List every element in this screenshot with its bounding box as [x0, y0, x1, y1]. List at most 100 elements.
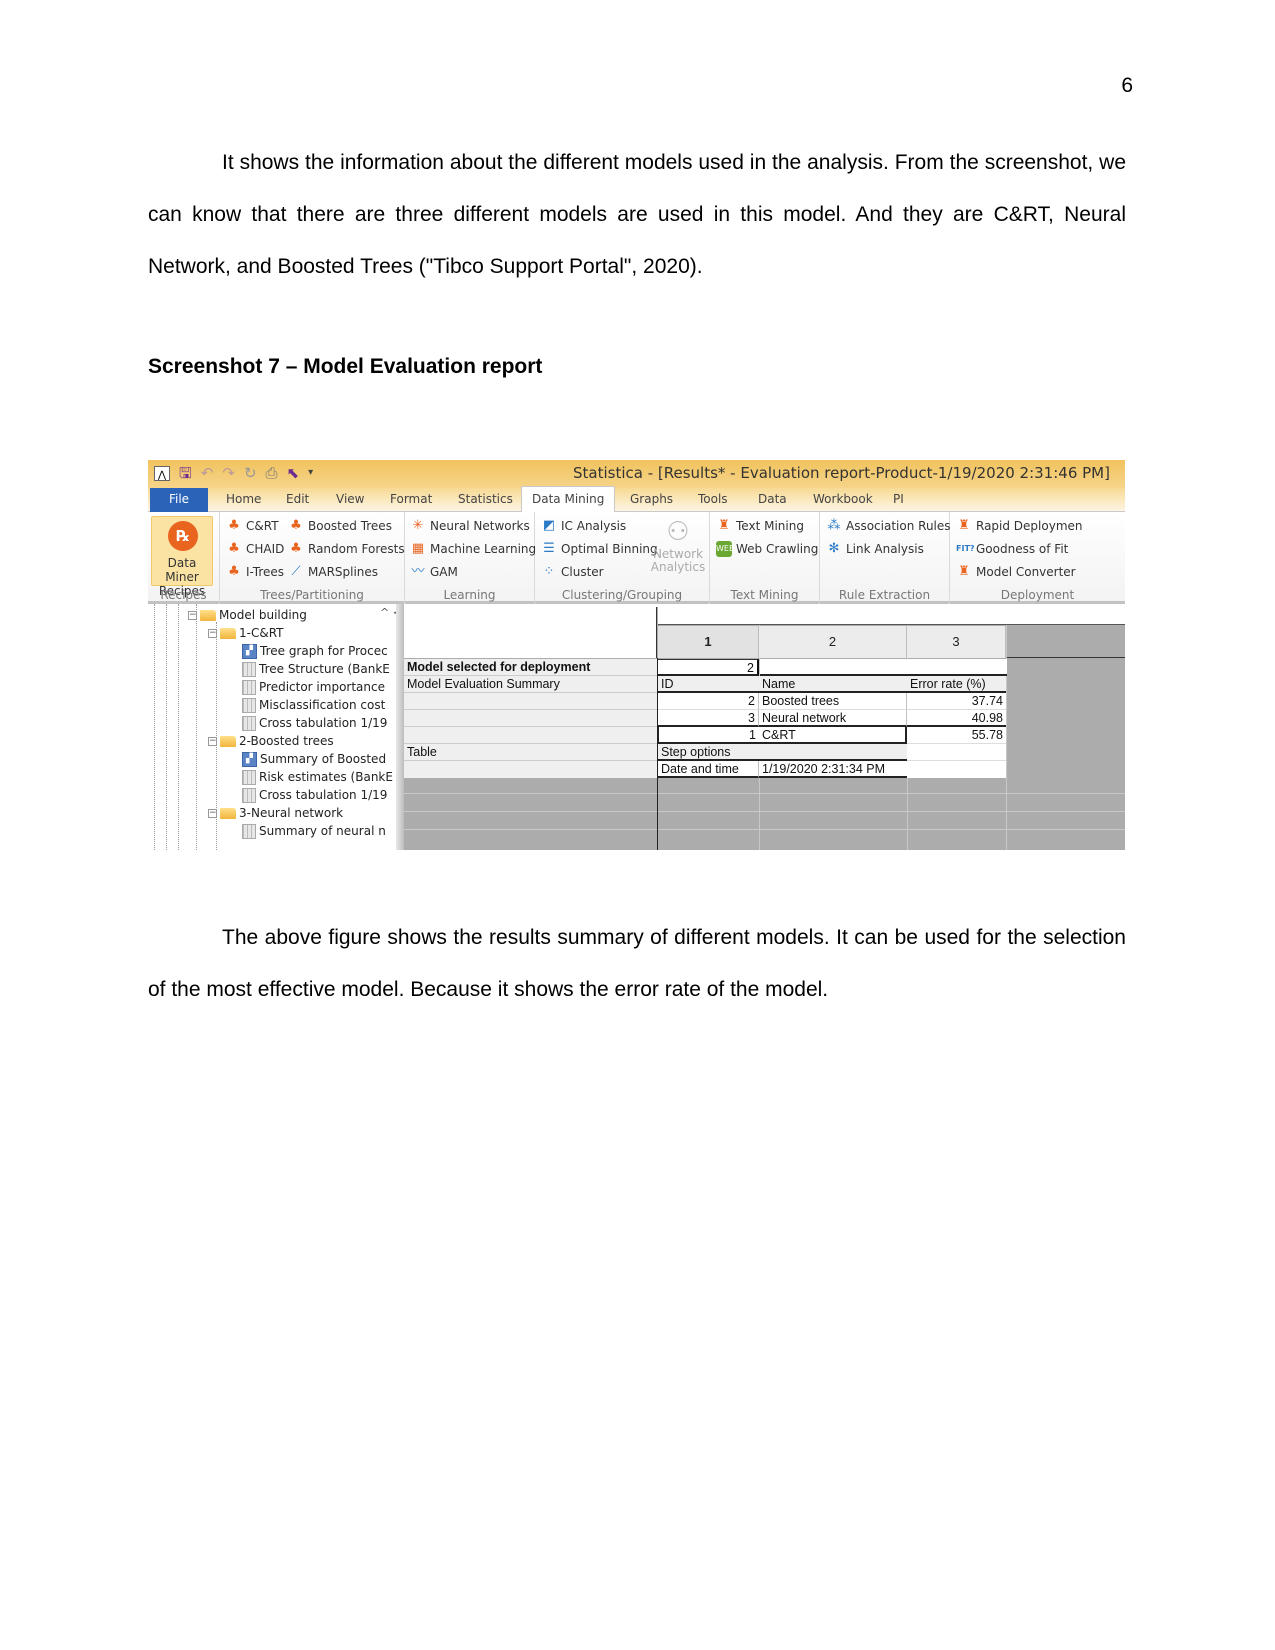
scroll-up-icon[interactable]: ^ [380, 606, 389, 619]
chaid-button[interactable]: ♣ CHAID [226, 541, 284, 557]
i-trees-label: I-Trees [246, 565, 285, 579]
step-options-empty[interactable] [759, 744, 907, 761]
rx-icon: ℞ [168, 521, 198, 551]
row-label-empty[interactable] [404, 727, 657, 744]
spreadsheet-icon [242, 661, 256, 677]
model-selected-value[interactable]: 2 [658, 659, 759, 676]
cluster-button[interactable]: ⁘ Cluster [541, 564, 604, 580]
step-options-cell[interactable]: Step options [658, 744, 759, 761]
web-crawling-button[interactable]: WEB Web Crawling [716, 541, 818, 557]
model-selected-empty[interactable] [760, 659, 1007, 676]
rapid-deployment-button[interactable]: ♜ Rapid Deploymen [956, 518, 1082, 534]
summary-header-name[interactable]: Name [759, 676, 907, 693]
row-label-empty[interactable] [404, 761, 657, 778]
tree-item-cart[interactable]: − 1-C&RT [208, 624, 284, 642]
row-label-summary[interactable]: Model Evaluation Summary [404, 676, 657, 693]
text-mining-icon: ♜ [718, 518, 730, 533]
column-header-1[interactable]: 1 [658, 626, 759, 658]
tab-format[interactable]: Format [390, 492, 432, 506]
column-header-2[interactable]: 2 [759, 626, 907, 658]
tree-item-cross-tab-1[interactable]: Cross tabulation 1/19 [242, 714, 387, 732]
collapse-icon[interactable]: − [188, 610, 197, 620]
empty-cell[interactable] [907, 761, 1006, 778]
gam-button[interactable]: 〰 GAM [410, 564, 457, 580]
tab-home[interactable]: Home [226, 492, 261, 506]
association-rules-label: Association Rules [846, 519, 951, 533]
network-analytics-button[interactable]: ⚇ Network Analytics [650, 516, 706, 574]
goodness-of-fit-button[interactable]: FIT? Goodness of Fit [956, 541, 1068, 557]
summary-row-3-error[interactable]: 55.78 [907, 727, 1006, 744]
optimal-binning-button[interactable]: ☰ Optimal Binning [541, 541, 657, 557]
ic-analysis-label: IC Analysis [561, 519, 627, 533]
pane-splitter[interactable] [396, 604, 404, 850]
summary-row-2-error[interactable]: 40.98 [907, 710, 1006, 727]
row-label-table[interactable]: Table [404, 744, 657, 761]
app-icon[interactable]: ⋀ [154, 465, 170, 481]
group-label-rule-extraction: Rule Extraction [838, 588, 931, 602]
row-label-empty[interactable] [404, 710, 657, 727]
data-miner-recipes-button[interactable]: ℞ Data Miner Recipes [151, 516, 213, 598]
summary-row-3-id[interactable]: 1 [658, 727, 759, 744]
tree-item-predictor-importance[interactable]: Predictor importance [242, 678, 385, 696]
tab-file[interactable]: File [150, 488, 208, 512]
select-icon[interactable]: ⬉ [287, 464, 300, 482]
tree-item-model-building[interactable]: − Model building [188, 606, 307, 624]
model-converter-button[interactable]: ♜ Model Converter [956, 564, 1075, 580]
boosted-trees-button[interactable]: ♣ Boosted Trees [288, 518, 392, 534]
summary-header-id[interactable]: ID [658, 676, 759, 693]
row-label-empty[interactable] [404, 693, 657, 710]
statistica-screenshot: ⋀ 🖫 ↶ ↷ ↻ ⎙ ⬉ ▾ Statistica - [Results* -… [148, 460, 1125, 850]
summary-header-error-rate[interactable]: Error rate (%) [907, 676, 1006, 693]
tree-item-neural-network[interactable]: − 3-Neural network [208, 804, 343, 822]
undo-icon[interactable]: ↶ [201, 464, 214, 482]
summary-row-2-id[interactable]: 3 [658, 710, 759, 727]
collapse-icon[interactable]: − [208, 628, 217, 638]
tree-item-boosted-trees[interactable]: − 2-Boosted trees [208, 732, 334, 750]
date-value-cell[interactable]: 1/19/2020 2:31:34 PM [759, 761, 907, 778]
tab-data-mining[interactable]: Data Mining [521, 486, 616, 513]
tab-edit[interactable]: Edit [286, 492, 309, 506]
random-forests-button[interactable]: ♣ Random Forests [288, 541, 404, 557]
tab-pi[interactable]: PI [893, 492, 904, 506]
summary-row-1-error[interactable]: 37.74 [907, 693, 1006, 710]
summary-row-2-name[interactable]: Neural network [759, 710, 907, 727]
print-icon[interactable]: ⎙ [266, 464, 278, 482]
refresh-icon[interactable]: ↻ [244, 464, 257, 482]
tab-workbook[interactable]: Workbook [813, 492, 873, 506]
summary-row-1-name[interactable]: Boosted trees [759, 693, 907, 710]
conclusion-paragraph-text: The above figure shows the results summa… [148, 926, 1126, 1001]
summary-row-1-id[interactable]: 2 [658, 693, 759, 710]
neural-networks-button[interactable]: ✳ Neural Networks [410, 518, 530, 534]
tree-item-misclassification[interactable]: Misclassification cost [242, 696, 385, 714]
tab-data[interactable]: Data [758, 492, 787, 506]
cart-button[interactable]: ♣ C&RT [226, 518, 278, 534]
tree-item-cross-tab-2[interactable]: Cross tabulation 1/19 [242, 786, 387, 804]
column-header-3[interactable]: 3 [907, 626, 1006, 658]
tree-item-tree-graph[interactable]: ▞ Tree graph for Procec [242, 642, 388, 660]
tree-item-risk-estimates[interactable]: Risk estimates (BankE [242, 768, 393, 786]
machine-learning-button[interactable]: ▦ Machine Learning [410, 541, 536, 557]
tab-graphs[interactable]: Graphs [630, 492, 673, 506]
collapse-icon[interactable]: − [208, 736, 217, 746]
collapse-icon[interactable]: − [208, 808, 217, 818]
tree-item-tree-structure[interactable]: Tree Structure (BankE [242, 660, 390, 678]
random-forests-icon: ♣ [290, 541, 302, 556]
date-label-cell[interactable]: Date and time [658, 761, 759, 778]
summary-row-3-name[interactable]: C&RT [759, 727, 907, 744]
tree-item-summary-boosted[interactable]: ▞ Summary of Boosted [242, 750, 386, 768]
association-rules-button[interactable]: ⁂ Association Rules [826, 518, 951, 534]
text-mining-button[interactable]: ♜ Text Mining [716, 518, 804, 534]
i-trees-button[interactable]: ♣ I-Trees [226, 564, 284, 580]
tree-item-summary-neural[interactable]: Summary of neural n [242, 822, 386, 840]
tab-view[interactable]: View [336, 492, 364, 506]
save-icon[interactable]: 🖫 [179, 464, 192, 482]
tab-statistics[interactable]: Statistics [458, 492, 513, 506]
link-analysis-button[interactable]: ✻ Link Analysis [826, 541, 924, 557]
row-label-model-selected[interactable]: Model selected for deployment [404, 659, 657, 676]
ic-analysis-button[interactable]: ◩ IC Analysis [541, 518, 626, 534]
empty-cell[interactable] [907, 744, 1006, 761]
customize-icon[interactable]: ▾ [308, 464, 313, 482]
redo-icon[interactable]: ↷ [222, 464, 235, 482]
tab-tools[interactable]: Tools [698, 492, 728, 506]
marsplines-button[interactable]: ⟋ MARSplines [288, 564, 378, 580]
